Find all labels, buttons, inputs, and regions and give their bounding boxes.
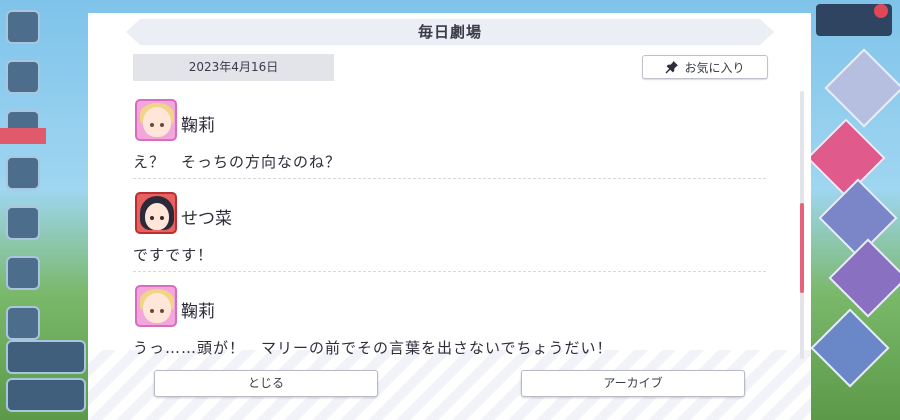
divider [133,178,766,179]
dialogue-line: え？ そっちの方向なのね？ [133,153,342,171]
background-sidebar [0,0,86,420]
menu-icon [6,10,40,44]
background-right-panel [806,0,900,420]
speaker-name: 鞠莉 [181,302,215,322]
archive-button[interactable]: アーカイブ [521,370,745,397]
favorite-button[interactable]: お気に入り [642,55,768,79]
expand-icon [6,306,40,340]
close-button[interactable]: とじる [154,370,378,397]
notification-dot [874,4,888,18]
event-tag [0,128,46,144]
favorite-label: お気に入り [684,60,745,75]
dialog-title: 毎日劇場 [417,23,482,41]
monitor-icon [6,206,40,240]
idol-button-bg [6,378,86,412]
divider [133,271,766,272]
chat-icon [6,60,40,94]
accessory-button-bg [6,340,86,374]
mari-avatar [135,99,177,141]
mari-avatar [135,285,177,327]
tile-4 [828,238,900,318]
setsuna-avatar [135,192,177,234]
scroll-thumb[interactable] [800,203,804,293]
tile-3 [818,178,898,258]
dialogue-line: うっ……頭が！ マリーの前でその言葉を出さないでちょうだい！ [133,339,613,357]
trophy-icon [6,256,40,290]
tile-5 [810,308,890,388]
tile-1 [824,48,900,128]
scrollbar[interactable] [800,91,804,359]
date-label: 2023年4月16日 [133,54,334,81]
title-bar: 毎日劇場 [126,19,774,45]
speaker-name: 鞠莉 [181,116,215,136]
tile-2 [806,118,886,198]
pin-icon [665,60,679,74]
daily-theater-dialog: 毎日劇場 2023年4月16日 お気に入り 鞠莉 え？ そっちの方向なのね？ せ [88,13,811,420]
gift-icon [6,156,40,190]
speaker-name: せつ菜 [181,209,232,229]
dialogue-line: ですです！ [133,246,214,264]
